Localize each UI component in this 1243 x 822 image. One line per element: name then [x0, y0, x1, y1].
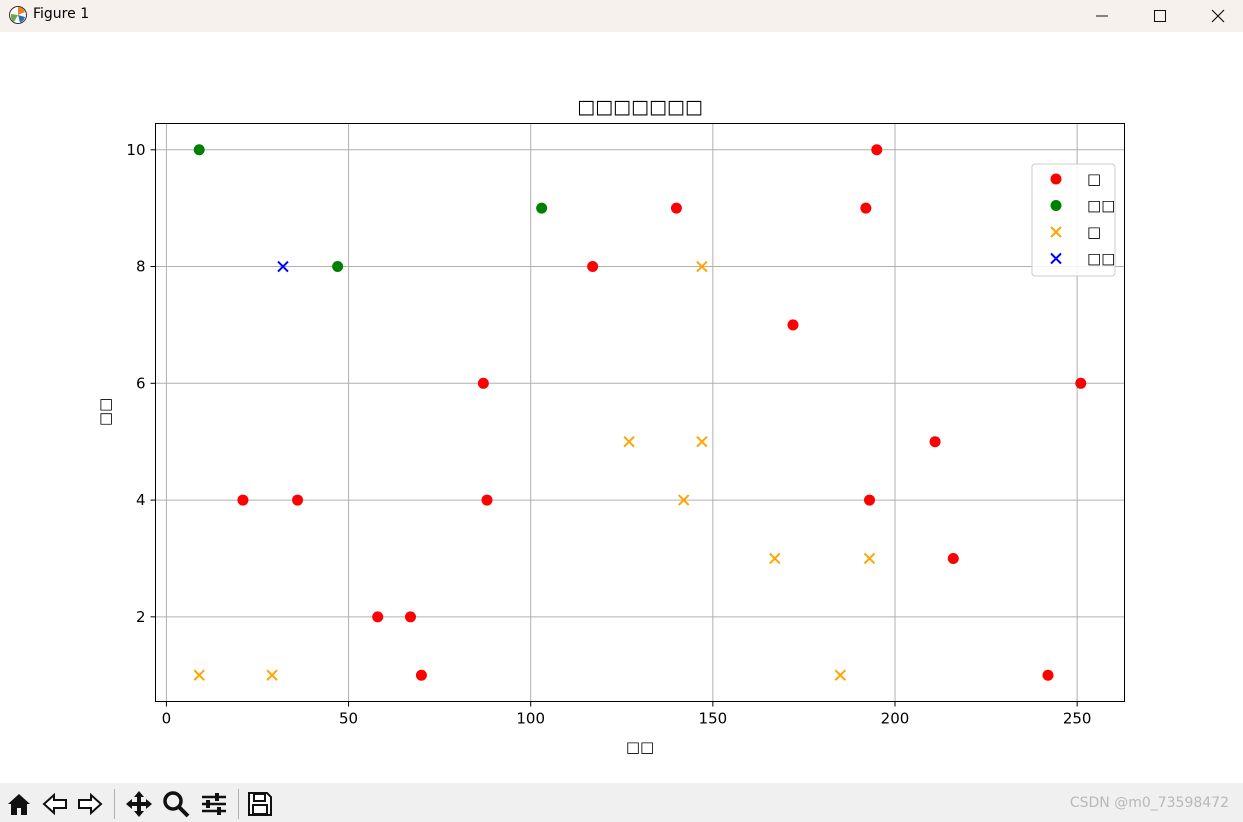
toolbar-separator [238, 789, 239, 819]
y-axis-label: □□ [96, 398, 114, 426]
minimize-button[interactable] [1073, 0, 1131, 32]
axis-ticks: 0 50 100 150 200 250 2 4 6 8 10 [126, 141, 1091, 728]
data-point [864, 494, 875, 506]
forward-icon [78, 792, 103, 816]
y-tick-label: 10 [126, 141, 145, 159]
configure-subplots-icon [202, 793, 226, 815]
chart-title: □□□□□□□ [577, 96, 703, 118]
data-point [1075, 377, 1087, 389]
plot-frame [155, 123, 1125, 702]
minimize-icon [1096, 15, 1108, 17]
data-point [929, 436, 941, 448]
legend-label: □ [1087, 170, 1101, 188]
y-tick-label: 8 [136, 258, 146, 276]
data-point [237, 494, 249, 506]
data-point [193, 669, 205, 681]
maximize-icon [1154, 10, 1166, 22]
data-point [481, 494, 493, 506]
app-icon [8, 5, 28, 25]
data-point [587, 261, 599, 273]
data-point [769, 552, 781, 565]
navigation-toolbar: CSDN @m0_73598472 [0, 783, 1243, 822]
close-button[interactable] [1189, 0, 1243, 32]
toolbar-separator [114, 789, 115, 819]
forward-button[interactable] [73, 787, 107, 821]
pan-icon [126, 791, 152, 817]
close-icon [1211, 9, 1225, 23]
data-point [405, 611, 416, 623]
data-point [266, 669, 278, 681]
window-title: Figure 1 [33, 6, 90, 22]
home-icon [8, 794, 30, 815]
y-tick-label: 2 [136, 608, 146, 626]
x-tick-label: 200 [881, 710, 910, 728]
data-point [536, 202, 548, 214]
x-tick-label: 250 [1063, 710, 1092, 728]
legend-marker [1050, 173, 1062, 185]
y-tick-label: 4 [136, 491, 146, 509]
data-point [871, 144, 883, 156]
x-tick-label: 0 [162, 710, 172, 728]
zoom-icon [163, 791, 190, 818]
data-point [292, 494, 304, 506]
data-point [623, 435, 635, 448]
grid-lines [155, 123, 1125, 702]
data-point [372, 611, 384, 623]
data-point [696, 435, 708, 448]
data-point [415, 669, 427, 681]
data-point [332, 261, 344, 273]
back-button[interactable] [38, 787, 72, 821]
x-axis-label: □□ [626, 738, 654, 756]
scatter-chart: 0 50 100 150 200 250246810 □□□□□□□ □□ □□ □□□□… [96, 96, 1125, 756]
configure-subplots-button[interactable] [197, 787, 231, 821]
data-point [1042, 669, 1054, 681]
data-point [834, 669, 847, 681]
figure-canvas[interactable]: 0 50 100 150 200 250 2 4 6 8 10 □□□□□□□ □□ □□ □ □□ □… [0, 32, 1243, 783]
legend-label: □□ [1087, 197, 1115, 215]
data-points [193, 144, 1087, 681]
zoom-button[interactable] [159, 787, 193, 821]
data-point [477, 377, 489, 389]
data-point [670, 202, 682, 214]
watermark: CSDN @m0_73598472 [1069, 795, 1229, 811]
y-tick-label: 6 [136, 374, 146, 392]
legend: □□□□□□ [1031, 163, 1116, 277]
window-titlebar: Figure 1 [0, 0, 1243, 32]
data-point [947, 552, 959, 564]
pan-button[interactable] [122, 787, 156, 821]
legend-label: □ [1087, 223, 1101, 241]
data-point [193, 144, 205, 156]
home-button[interactable] [2, 787, 36, 821]
maximize-button[interactable] [1131, 0, 1189, 32]
x-tick-label: 150 [699, 710, 728, 728]
x-tick-label: 100 [516, 710, 545, 728]
x-tick-label: 50 [339, 710, 358, 728]
save-icon [248, 792, 272, 816]
data-point [787, 319, 799, 331]
save-button[interactable] [243, 787, 277, 821]
legend-label: □□ [1087, 250, 1115, 268]
back-icon [42, 792, 67, 816]
data-point [863, 552, 876, 565]
legend-marker [1050, 200, 1062, 211]
data-point [860, 202, 872, 214]
